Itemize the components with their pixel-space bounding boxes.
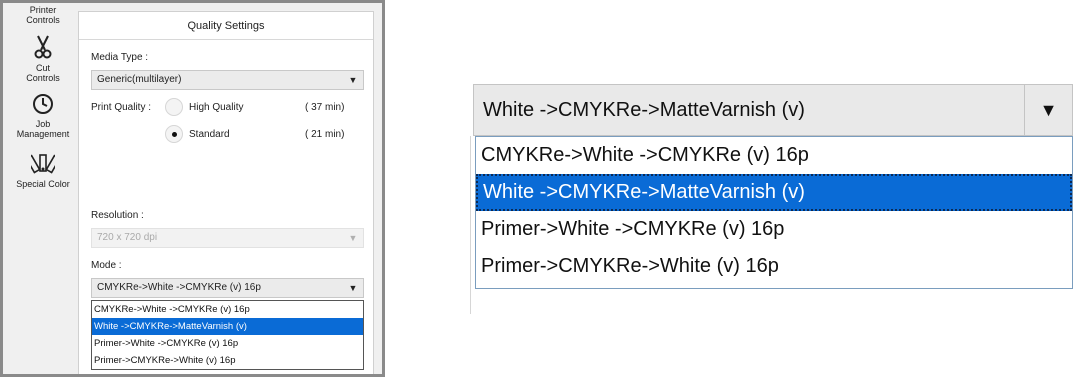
mode-dropdown-zoom: White ->CMYKRe->MatteVarnish (v) ▼ CMYKR… <box>470 84 1073 314</box>
nav-label: Cut <box>35 63 50 73</box>
mode-value: CMYKRe->White ->CMYKRe (v) 16p <box>97 282 261 293</box>
nav-item-cut-controls[interactable]: Cut Controls <box>3 35 83 83</box>
mode-option[interactable]: CMYKRe->White ->CMYKRe (v) 16p <box>92 301 363 318</box>
nav-label: Special Color <box>16 179 70 189</box>
resolution-value: 720 x 720 dpi <box>97 232 158 243</box>
mode-option[interactable]: Primer->CMYKRe->White (v) 16p <box>92 352 363 369</box>
nav-label: Controls <box>26 15 60 25</box>
divider <box>470 136 471 314</box>
zoomed-mode-list: CMYKRe->White ->CMYKRe (v) 16p White ->C… <box>475 136 1073 289</box>
nav-label: Printer <box>29 5 57 15</box>
mode-dropdown-list: CMYKRe->White ->CMYKRe (v) 16p White ->C… <box>91 300 364 370</box>
high-quality-label: High Quality <box>189 102 244 113</box>
standard-radio[interactable] <box>165 125 183 143</box>
panel-title: Quality Settings <box>79 12 373 40</box>
quality-settings-panel: Quality Settings Media Type : Generic(mu… <box>78 11 374 374</box>
zoomed-mode-value: White ->CMYKRe->MatteVarnish (v) <box>483 99 805 121</box>
nav-label: Job <box>35 119 51 129</box>
nav-item-special-color[interactable]: Special Color <box>3 151 83 189</box>
side-nav: Printer Controls Cut Controls Job Manage… <box>3 3 83 374</box>
zoomed-mode-option[interactable]: Primer->CMYKRe->White (v) 16p <box>476 248 1072 285</box>
high-quality-radio[interactable] <box>165 98 183 116</box>
clock-icon <box>3 93 83 117</box>
mode-option-selected[interactable]: White ->CMYKRe->MatteVarnish (v) <box>92 318 363 335</box>
media-type-label: Media Type : <box>91 52 149 63</box>
chevron-down-icon[interactable]: ▼ <box>1024 85 1072 135</box>
mode-label: Mode : <box>91 260 122 271</box>
resolution-dropdown: 720 x 720 dpi ▼ <box>91 228 364 248</box>
high-quality-time: ( 37 min) <box>305 102 345 113</box>
zoomed-mode-option[interactable]: CMYKRe->White ->CMYKRe (v) 16p <box>476 137 1072 174</box>
chevron-down-icon: ▼ <box>348 233 358 243</box>
mode-option[interactable]: Primer->White ->CMYKRe (v) 16p <box>92 335 363 352</box>
zoomed-mode-dropdown[interactable]: White ->CMYKRe->MatteVarnish (v) ▼ <box>473 84 1073 136</box>
mode-dropdown[interactable]: CMYKRe->White ->CMYKRe (v) 16p ▼ <box>91 278 364 298</box>
zoomed-mode-option[interactable]: Primer->White ->CMYKRe (v) 16p <box>476 211 1072 248</box>
print-quality-label: Print Quality : <box>91 102 152 113</box>
quality-settings-window: Printer Controls Cut Controls Job Manage… <box>0 0 385 377</box>
media-type-dropdown[interactable]: Generic(multilayer) ▼ <box>91 70 364 90</box>
chevron-down-icon[interactable]: ▼ <box>343 279 363 297</box>
standard-time: ( 21 min) <box>305 129 345 140</box>
radio-selected-dot <box>172 132 177 137</box>
nav-item-job-management[interactable]: Job Management <box>3 93 83 139</box>
color-swatch-fan-icon <box>3 151 83 177</box>
resolution-label: Resolution : <box>91 210 144 221</box>
chevron-down-icon[interactable]: ▼ <box>343 71 363 89</box>
nav-label: Management <box>16 129 70 139</box>
zoomed-mode-option-selected[interactable]: White ->CMYKRe->MatteVarnish (v) <box>476 174 1072 211</box>
standard-label: Standard <box>189 129 230 140</box>
media-type-value: Generic(multilayer) <box>97 74 182 85</box>
scissors-icon <box>3 35 83 61</box>
nav-item-printer-controls[interactable]: Printer Controls <box>3 5 83 25</box>
nav-label: Controls <box>26 73 60 83</box>
